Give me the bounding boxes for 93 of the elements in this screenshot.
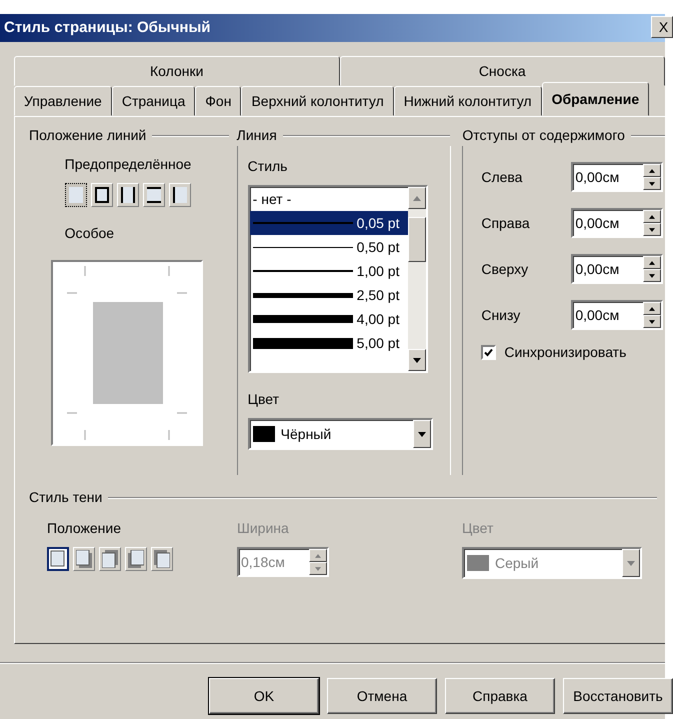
border-preset-button[interactable] [64,183,87,207]
arrow-down-icon [649,274,656,278]
dropdown-button[interactable] [412,420,431,448]
window-title: Стиль страницы: Обычный [4,18,211,38]
close-button[interactable]: X [651,16,673,38]
field-label: Стиль [248,157,288,176]
group-title: Линия [236,126,277,145]
field-value: 0,00см [575,214,620,232]
list-item[interactable]: 4,00 pt [250,307,408,331]
field-label: Предопределённое [64,155,192,174]
spin-up-button[interactable] [643,210,662,223]
item-label: 1,00 pt [356,262,400,281]
item-label: 4,00 pt [356,310,400,329]
group-title: Отступы от содержимого [462,126,625,145]
dialog-button[interactable]: Восстановить [563,678,673,714]
tab[interactable]: Обрамление [542,82,650,116]
tab[interactable]: Сноска [340,56,665,86]
shadow-position-button[interactable] [47,547,69,571]
tab[interactable]: Фон [195,86,242,116]
arrow-up-icon [649,214,656,218]
line-sample-icon [252,292,353,298]
group-title: Положение линий [29,126,146,145]
line-sample-icon [252,270,353,272]
field-label: Слева [481,168,524,186]
dialog-button[interactable]: Отмена [327,678,437,714]
group-title: Стиль тени [29,488,102,507]
field-label: Особое [64,224,116,243]
spin-down-button[interactable] [643,177,662,190]
field-label: Положение [47,519,122,538]
color-dropdown[interactable]: Чёрный [248,418,433,450]
line-sample-icon [252,246,353,248]
item-label: 0,50 pt [356,238,400,257]
spin-down-button[interactable] [643,315,662,328]
field-label: Цвет [462,519,494,538]
field-label: Цвет [248,390,280,409]
item-label: 2,50 pt [356,286,400,305]
scroll-thumb[interactable] [408,216,426,262]
field-value: 0,00см [575,306,620,324]
field-label: Справа [481,214,531,233]
field-label: Снизу [481,306,522,325]
arrow-up-icon [315,554,321,558]
checkbox[interactable] [481,345,496,360]
field-value: 0,00см [575,260,620,278]
spin-field[interactable]: 0,00см [571,208,664,238]
scroll-down-button[interactable] [408,349,426,371]
list-item[interactable]: 1,00 pt [250,259,408,283]
tab[interactable]: Колонки [14,56,340,86]
checkmark-icon [484,348,494,357]
arrow-down-icon [412,358,421,362]
spin-down-button[interactable] [643,269,662,282]
dialog-button[interactable]: Справка [445,678,555,714]
spin-field[interactable]: 0,00см [571,300,664,330]
list-item[interactable]: 5,00 pt [250,331,408,355]
spin-down-button[interactable] [643,223,662,236]
border-preview-drawing[interactable] [50,260,203,446]
spin-field[interactable]: 0,00см [571,162,664,192]
spin-up-button[interactable] [643,164,662,177]
field-label: Сверху [481,260,530,279]
dropdown-value: Серый [495,554,540,573]
checkbox-label: Синхронизировать [504,343,626,362]
arrow-up-icon [649,168,656,172]
field-value: 0,00см [575,168,620,186]
dialog-button[interactable]: OK [209,678,319,714]
arrow-down-icon [649,182,656,186]
dropdown-value: Чёрный [280,424,332,444]
arrow-down-icon [315,566,321,570]
tab[interactable]: Управление [14,86,112,116]
arrow-up-icon [649,260,656,264]
spin-up-button[interactable] [643,302,662,315]
tab[interactable]: Страница [112,86,196,116]
scroll-up-button[interactable] [408,187,426,209]
arrow-up-icon [412,196,421,200]
list-item[interactable]: 0,50 pt [250,235,408,259]
field-label: Ширина [237,519,290,538]
arrow-down-icon [649,320,656,324]
list-item[interactable]: 2,50 pt [250,283,408,307]
line-sample-icon [252,315,353,323]
item-label: 0,05 pt [356,214,400,233]
item-label: 5,00 pt [356,334,400,353]
line-sample-icon [252,222,353,224]
list-item[interactable]: 0,05 pt [250,211,408,235]
spin-up-button[interactable] [643,256,662,269]
caret-icon [418,432,426,436]
spin-field[interactable]: 0,00см [571,254,664,284]
line-style-list[interactable]: - нет - 0,05 pt 0,50 pt 1,00 pt 2,50 pt 4,00 pt 5,00 pt [248,185,428,373]
tab[interactable]: Нижний колонтитул [394,86,542,116]
line-sample-icon [252,338,353,348]
field-value: 0,18см [241,552,285,572]
arrow-down-icon [649,228,656,232]
tab[interactable]: Верхний колонтитул [241,86,394,116]
list-item[interactable]: - нет - [250,187,408,211]
arrow-up-icon [649,306,656,310]
caret-icon [627,560,635,566]
